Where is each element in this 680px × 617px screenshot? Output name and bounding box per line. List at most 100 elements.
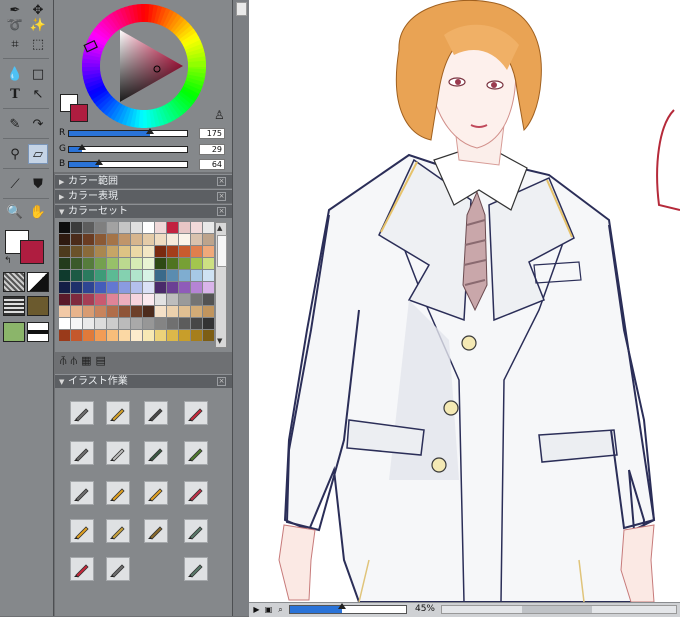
brush-preset[interactable]: [105, 440, 131, 466]
color-swatch[interactable]: [71, 258, 82, 269]
color-swatch[interactable]: [119, 222, 130, 233]
color-swatch[interactable]: [119, 270, 130, 281]
panel-header-color-set[interactable]: ▼ カラーセット ×: [55, 204, 232, 218]
color-swatch[interactable]: [83, 222, 94, 233]
color-swatch[interactable]: [191, 222, 202, 233]
color-swatch[interactable]: [167, 330, 178, 341]
color-swatch[interactable]: [71, 294, 82, 305]
color-swatch[interactable]: [131, 258, 142, 269]
selection-icon[interactable]: ⬚: [28, 34, 48, 54]
bw-mode-button[interactable]: [27, 272, 49, 292]
color-swatch[interactable]: [191, 306, 202, 317]
color-swatch[interactable]: [59, 270, 70, 281]
crop-icon[interactable]: ⌗: [5, 34, 25, 54]
color-swatch[interactable]: [179, 222, 190, 233]
color-swatch[interactable]: [83, 246, 94, 257]
color-swatch[interactable]: [131, 318, 142, 329]
color-swatch[interactable]: [71, 330, 82, 341]
color-swatch[interactable]: [59, 222, 70, 233]
color-swatch[interactable]: [83, 282, 94, 293]
brush-preset[interactable]: [183, 440, 209, 466]
color-swatch[interactable]: [95, 306, 106, 317]
color-swatch[interactable]: [143, 258, 154, 269]
color-swatch[interactable]: [203, 270, 214, 281]
brush-preset[interactable]: [143, 518, 169, 544]
color-swatch[interactable]: [95, 294, 106, 305]
color-swatch[interactable]: [119, 330, 130, 341]
drawing-canvas[interactable]: [249, 0, 680, 602]
color-swatch[interactable]: [155, 318, 166, 329]
brush-preset[interactable]: [69, 518, 95, 544]
zoom-icon[interactable]: 🔍: [5, 202, 25, 222]
color-swatch[interactable]: [155, 282, 166, 293]
color-swatch[interactable]: [107, 234, 118, 245]
brush-preset[interactable]: [69, 440, 95, 466]
color-swatch[interactable]: [191, 318, 202, 329]
color-swatch[interactable]: [131, 330, 142, 341]
color-swatch[interactable]: [191, 282, 202, 293]
color-swatch[interactable]: [95, 246, 106, 257]
swatch-scrollbar[interactable]: ▲ ▼: [215, 222, 227, 348]
color-swatch[interactable]: [155, 222, 166, 233]
color-swatch[interactable]: [203, 318, 214, 329]
color-swatch[interactable]: [107, 306, 118, 317]
color-swatch[interactable]: [203, 234, 214, 245]
color-swatch[interactable]: [71, 318, 82, 329]
color-swatch[interactable]: [59, 234, 70, 245]
color-swatch[interactable]: [155, 294, 166, 305]
color-swatch[interactable]: [155, 234, 166, 245]
eyedropper-add-icon[interactable]: ⫚: [60, 354, 71, 367]
eraser-icon[interactable]: ▱: [28, 144, 48, 164]
color-swatch[interactable]: [143, 306, 154, 317]
color-swatch[interactable]: [179, 282, 190, 293]
color-swatch[interactable]: [107, 318, 118, 329]
slider-r[interactable]: [68, 128, 188, 137]
color-swatch[interactable]: [143, 294, 154, 305]
color-swatch[interactable]: [191, 270, 202, 281]
color-swatch[interactable]: [179, 306, 190, 317]
color-swatch[interactable]: [71, 306, 82, 317]
color-swatch[interactable]: [131, 306, 142, 317]
color-swatch[interactable]: [119, 294, 130, 305]
color-swatch[interactable]: [179, 234, 190, 245]
color-swatch[interactable]: [155, 246, 166, 257]
color-swatch[interactable]: [143, 246, 154, 257]
slider-r-value[interactable]: 175: [199, 128, 225, 139]
color-swatch[interactable]: [143, 318, 154, 329]
close-icon[interactable]: ×: [217, 177, 226, 186]
arrow-select-icon[interactable]: ↖: [28, 84, 48, 104]
zoom-small-icon[interactable]: ⌕: [275, 604, 286, 615]
navigator-icon[interactable]: ▶: [251, 604, 262, 615]
color-swatch[interactable]: [191, 258, 202, 269]
color-swatch[interactable]: [83, 330, 94, 341]
color-swatch[interactable]: [119, 258, 130, 269]
brush-preset[interactable]: [143, 440, 169, 466]
color-swatch[interactable]: [71, 234, 82, 245]
color-swatch[interactable]: [131, 270, 142, 281]
color-swatch[interactable]: [107, 222, 118, 233]
color-swatch[interactable]: [131, 222, 142, 233]
swap-colors-icon[interactable]: ↰: [4, 256, 12, 266]
color-swatch[interactable]: [83, 270, 94, 281]
color-swatch[interactable]: [179, 318, 190, 329]
brush-preset[interactable]: [143, 400, 169, 426]
color-swatch[interactable]: [143, 222, 154, 233]
color-swatch[interactable]: [179, 330, 190, 341]
color-swatch[interactable]: [71, 270, 82, 281]
color-swatch[interactable]: [155, 258, 166, 269]
bucket-icon[interactable]: ⛊: [28, 174, 48, 194]
color-swatch[interactable]: [191, 246, 202, 257]
color-swatch[interactable]: [131, 234, 142, 245]
color-swatch[interactable]: [83, 306, 94, 317]
color-swatch[interactable]: [143, 270, 154, 281]
color-swatch[interactable]: [167, 234, 178, 245]
color-swatch[interactable]: [107, 282, 118, 293]
magic-wand-icon[interactable]: ✨: [28, 15, 48, 35]
eyedropper-replace-icon[interactable]: ⫛: [71, 354, 82, 367]
hand-icon[interactable]: ✋: [28, 202, 48, 222]
color-swatch[interactable]: [155, 306, 166, 317]
color-swatch[interactable]: [203, 294, 214, 305]
color-swatch[interactable]: [203, 258, 214, 269]
curve-icon[interactable]: ↷: [28, 114, 48, 134]
brush-preset[interactable]: [183, 480, 209, 506]
